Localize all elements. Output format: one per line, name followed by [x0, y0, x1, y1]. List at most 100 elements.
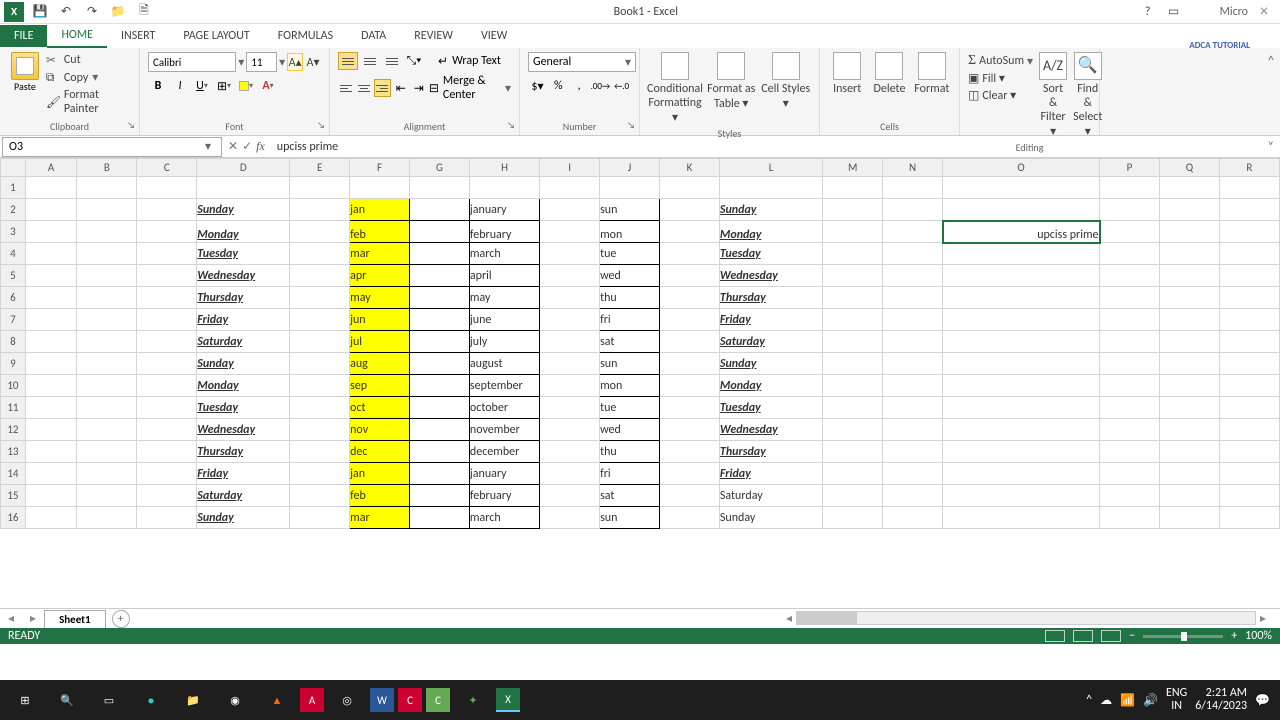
cell-A13[interactable] — [25, 441, 77, 463]
cell-J4[interactable]: tue — [600, 243, 660, 265]
cell-L12[interactable]: Wednesday — [719, 419, 822, 441]
insert-cells-button[interactable]: Insert — [828, 52, 866, 96]
border-button[interactable]: ⊞▾ — [214, 76, 234, 96]
tab-review[interactable]: REVIEW — [400, 25, 467, 47]
cell-C4[interactable] — [137, 243, 197, 265]
col-header-J[interactable]: J — [600, 159, 660, 177]
cell-L1[interactable] — [719, 177, 822, 199]
cell-P12[interactable] — [1100, 419, 1160, 441]
spreadsheet-grid[interactable]: ABCDEFGHIJKLMNOPQR12SundayjanjanuarysunS… — [0, 158, 1280, 608]
cell-M7[interactable] — [823, 309, 883, 331]
cell-N8[interactable] — [883, 331, 943, 353]
font-name-combo[interactable]: Calibri — [148, 52, 236, 72]
cell-A2[interactable] — [25, 199, 77, 221]
row-header-4[interactable]: 4 — [1, 243, 26, 265]
cell-I14[interactable] — [540, 463, 600, 485]
tab-file[interactable]: FILE — [0, 25, 47, 47]
cell-G13[interactable] — [410, 441, 470, 463]
cell-O10[interactable] — [943, 375, 1100, 397]
cell-I16[interactable] — [540, 507, 600, 529]
cell-B5[interactable] — [77, 265, 137, 287]
cell-P13[interactable] — [1100, 441, 1160, 463]
cell-A11[interactable] — [25, 397, 77, 419]
cell-D3[interactable]: Monday — [197, 221, 290, 243]
cell-M2[interactable] — [823, 199, 883, 221]
expand-formula-icon[interactable]: ˅ — [1262, 140, 1280, 154]
cell-H6[interactable]: may — [469, 287, 539, 309]
cell-G10[interactable] — [410, 375, 470, 397]
app-icon-4[interactable]: ✦ — [454, 684, 492, 716]
col-header-Q[interactable]: Q — [1159, 159, 1219, 177]
cell-B2[interactable] — [77, 199, 137, 221]
col-header-R[interactable]: R — [1219, 159, 1279, 177]
cell-J14[interactable]: fri — [600, 463, 660, 485]
sort-filter-button[interactable]: A/ZSort & Filter ▾ — [1039, 52, 1067, 139]
cell-O4[interactable] — [943, 243, 1100, 265]
cell-F3[interactable]: feb — [350, 221, 410, 243]
cell-M10[interactable] — [823, 375, 883, 397]
horizontal-scrollbar[interactable]: ◂ ▸ — [130, 611, 1280, 626]
cell-Q8[interactable] — [1159, 331, 1219, 353]
cell-C7[interactable] — [137, 309, 197, 331]
cell-F1[interactable] — [350, 177, 410, 199]
cell-L5[interactable]: Wednesday — [719, 265, 822, 287]
cell-O1[interactable] — [943, 177, 1100, 199]
sheet-tab-sheet1[interactable]: Sheet1 — [44, 610, 106, 628]
format-as-table-button[interactable]: Format as Table ▾ — [706, 52, 757, 125]
cell-Q4[interactable] — [1159, 243, 1219, 265]
cell-E13[interactable] — [290, 441, 350, 463]
cell-J16[interactable]: sun — [600, 507, 660, 529]
cell-C10[interactable] — [137, 375, 197, 397]
cell-N10[interactable] — [883, 375, 943, 397]
cell-G5[interactable] — [410, 265, 470, 287]
notification-icon[interactable]: 💬 — [1255, 693, 1270, 708]
cell-L16[interactable]: Sunday — [719, 507, 822, 529]
app-icon-1[interactable]: ◎ — [328, 684, 366, 716]
cell-B3[interactable] — [77, 221, 137, 243]
cell-N9[interactable] — [883, 353, 943, 375]
cell-H2[interactable]: january — [469, 199, 539, 221]
cell-A3[interactable] — [25, 221, 77, 243]
cell-H3[interactable]: february — [469, 221, 539, 243]
add-sheet-button[interactable]: + — [112, 610, 130, 628]
cell-E9[interactable] — [290, 353, 350, 375]
number-launcher-icon[interactable]: ↘ — [627, 120, 635, 131]
cell-H1[interactable] — [469, 177, 539, 199]
cell-A5[interactable] — [25, 265, 77, 287]
cell-R11[interactable] — [1219, 397, 1279, 419]
font-color-button[interactable]: A▾ — [258, 76, 278, 96]
cell-A15[interactable] — [25, 485, 77, 507]
cell-H4[interactable]: march — [469, 243, 539, 265]
cell-K7[interactable] — [659, 309, 719, 331]
cell-J15[interactable]: sat — [600, 485, 660, 507]
cell-B10[interactable] — [77, 375, 137, 397]
cell-F6[interactable]: may — [350, 287, 410, 309]
col-header-L[interactable]: L — [719, 159, 822, 177]
cell-A6[interactable] — [25, 287, 77, 309]
tab-insert[interactable]: INSERT — [107, 25, 169, 47]
row-header-2[interactable]: 2 — [1, 199, 26, 221]
sheet-nav-prev-icon[interactable]: ◂ — [0, 611, 22, 626]
cancel-formula-icon[interactable]: ✕ — [228, 139, 238, 154]
row-header-6[interactable]: 6 — [1, 287, 26, 309]
align-center-button[interactable] — [356, 79, 372, 97]
cell-I5[interactable] — [540, 265, 600, 287]
cell-H10[interactable]: september — [469, 375, 539, 397]
cell-J1[interactable] — [600, 177, 660, 199]
acrobat-app-icon[interactable]: A — [300, 688, 324, 712]
italic-button[interactable]: I — [170, 76, 190, 96]
cell-Q1[interactable] — [1159, 177, 1219, 199]
cell-K6[interactable] — [659, 287, 719, 309]
cell-R3[interactable] — [1219, 221, 1279, 243]
cell-K10[interactable] — [659, 375, 719, 397]
cell-R12[interactable] — [1219, 419, 1279, 441]
currency-button[interactable]: $▾ — [528, 76, 547, 96]
cell-L4[interactable]: Tuesday — [719, 243, 822, 265]
percent-button[interactable]: % — [549, 76, 568, 96]
cell-K2[interactable] — [659, 199, 719, 221]
cell-M12[interactable] — [823, 419, 883, 441]
tab-pagelayout[interactable]: PAGE LAYOUT — [169, 25, 263, 47]
cell-P4[interactable] — [1100, 243, 1160, 265]
cell-B12[interactable] — [77, 419, 137, 441]
clock[interactable]: 2:21 AM6/14/2023 — [1195, 687, 1247, 713]
